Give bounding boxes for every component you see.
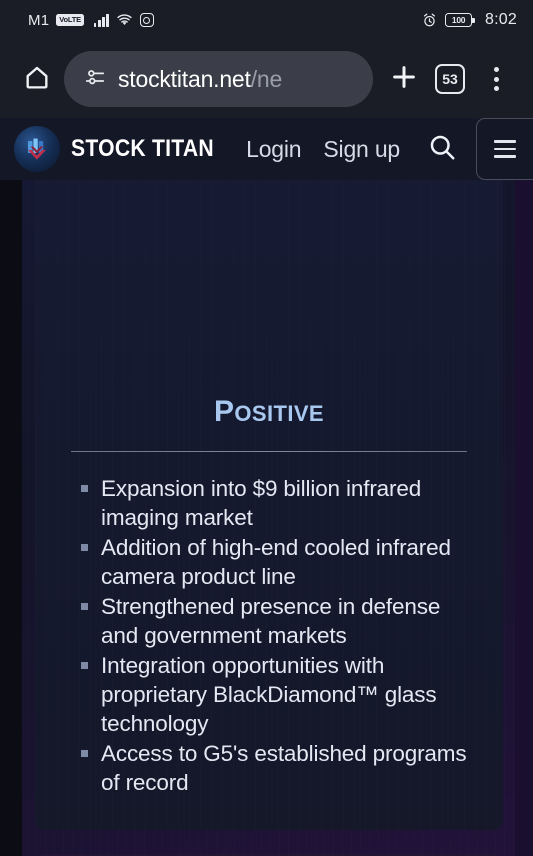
browser-toolbar: stocktitan.net/ne 53 (0, 40, 533, 118)
list-item: Strengthened presence in defense and gov… (81, 592, 469, 650)
hamburger-menu-icon (494, 140, 516, 158)
search-icon (427, 132, 457, 167)
signup-link[interactable]: Sign up (323, 136, 400, 163)
url-domain: stocktitan.net (118, 65, 251, 92)
url-path: /ne (250, 65, 283, 92)
positive-title-initial: P (213, 395, 235, 428)
positive-divider (71, 451, 467, 452)
wifi-icon (116, 13, 133, 27)
home-button[interactable] (14, 56, 60, 102)
browser-menu-button[interactable] (473, 56, 519, 102)
page-content: POSITIVE Expansion into $9 billion infra… (0, 180, 533, 856)
url-text: stocktitan.net/ne (118, 66, 282, 93)
alarm-clock-icon (422, 13, 437, 28)
plus-icon (389, 62, 419, 97)
list-item: Addition of high-end cooled infrared cam… (81, 533, 469, 591)
tab-switcher-button[interactable]: 53 (427, 56, 473, 102)
stock-titan-logo-icon[interactable] (14, 126, 60, 172)
home-icon (23, 63, 51, 96)
carrier-label: M1 (28, 11, 50, 29)
search-button[interactable] (422, 129, 462, 169)
tab-count-badge: 53 (435, 64, 465, 94)
battery-level-label: 100 (451, 15, 466, 25)
battery-indicator: 100 (445, 13, 475, 27)
three-dot-menu-icon (493, 67, 499, 91)
header-nav: Login Sign up (246, 129, 468, 169)
signal-bars-icon (93, 13, 109, 27)
list-item: Expansion into $9 billion infrared imagi… (81, 474, 469, 532)
new-tab-button[interactable] (381, 56, 427, 102)
positive-title: POSITIVE (35, 180, 503, 429)
list-item: Access to G5's established programs of r… (81, 739, 469, 797)
positive-list: Expansion into $9 billion infrared imagi… (35, 474, 503, 797)
tune-sliders-icon[interactable] (84, 66, 106, 93)
status-bar: M1 VoLTE 100 8:02 (0, 0, 533, 40)
positive-card: POSITIVE Expansion into $9 billion infra… (35, 180, 503, 830)
brand-name[interactable]: STOCK TITAN (71, 135, 214, 163)
camera-square-icon (139, 13, 154, 27)
status-bar-left: M1 VoLTE (16, 12, 422, 29)
clock-label: 8:02 (485, 11, 517, 28)
volte-badge: VoLTE (56, 13, 84, 27)
url-bar[interactable]: stocktitan.net/ne (64, 51, 373, 107)
status-bar-right: 100 8:02 (422, 11, 517, 29)
hamburger-menu-button[interactable] (476, 118, 533, 180)
positive-title-rest: OSITIVE (234, 401, 325, 426)
login-link[interactable]: Login (246, 136, 301, 163)
list-item: Integration opportunities with proprieta… (81, 651, 469, 738)
site-header: STOCK TITAN Login Sign up (0, 118, 533, 180)
